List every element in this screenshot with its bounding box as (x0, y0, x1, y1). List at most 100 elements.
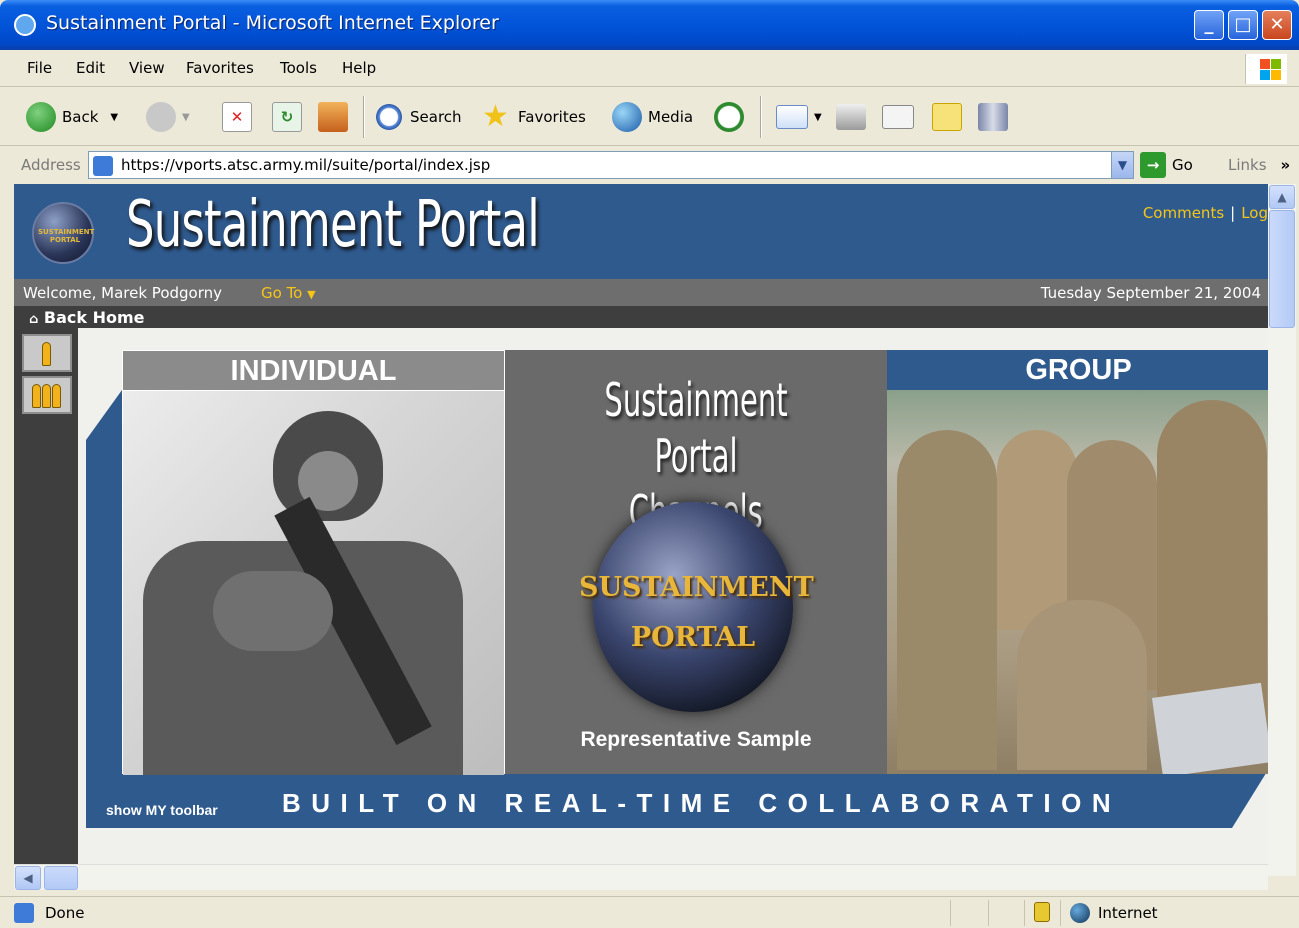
individual-soldier-photo (123, 391, 504, 775)
home-icon (318, 102, 348, 132)
standard-toolbar: Back ▼ ▼ ✕ ↻ Search ★ Favorites Media ▼ (0, 88, 1299, 146)
horizontal-scrollbar[interactable]: ◀ (14, 864, 1268, 890)
address-bar: Address https://vports.atsc.army.mil/sui… (0, 147, 1299, 183)
left-dock (14, 328, 78, 876)
scroll-up-icon[interactable]: ▲ (1269, 185, 1295, 209)
lock-icon (1034, 902, 1050, 922)
edit-icon (882, 105, 914, 129)
chevron-down-icon: ▼ (307, 288, 316, 301)
security-zone: Internet (1098, 904, 1158, 922)
comments-link[interactable]: Comments (1143, 204, 1224, 222)
portal-logo: SUSTAINMENT PORTAL (32, 202, 94, 264)
favorites-label: Favorites (518, 108, 586, 126)
media-icon (612, 102, 642, 132)
media-button[interactable]: Media (612, 100, 693, 134)
logout-link[interactable]: Log (1241, 204, 1268, 222)
history-button[interactable] (714, 100, 750, 134)
current-date: Tuesday September 21, 2004 (1040, 284, 1261, 302)
portal-title: Sustainment Portal (126, 188, 540, 262)
refresh-button[interactable]: ↻ (272, 100, 308, 134)
back-home-bar: ⌂ Back Home (14, 306, 1268, 328)
scroll-thumb[interactable] (1269, 210, 1295, 328)
search-button[interactable]: Search (374, 100, 462, 134)
goto-menu[interactable]: Go To ▼ (261, 284, 316, 302)
menu-favorites[interactable]: Favorites (186, 59, 254, 77)
favorites-star-icon: ★ (482, 99, 509, 134)
window-title: Sustainment Portal - Microsoft Internet … (46, 12, 499, 34)
menu-tools[interactable]: Tools (280, 59, 317, 77)
media-label: Media (648, 108, 694, 126)
page-content: SUSTAINMENT PORTAL Sustainment Portal Co… (14, 184, 1268, 876)
menu-help[interactable]: Help (342, 59, 376, 77)
back-home-link[interactable]: ⌂ Back Home (29, 308, 144, 327)
ie-logo-icon (14, 14, 36, 36)
group-label: GROUP (1025, 354, 1132, 386)
window-titlebar: Sustainment Portal - Microsoft Internet … (0, 0, 1299, 50)
menu-edit[interactable]: Edit (76, 59, 105, 77)
status-bar: Done Internet (0, 896, 1299, 928)
individual-icon (42, 342, 51, 366)
search-label: Search (410, 108, 462, 126)
history-icon (714, 102, 744, 132)
research-icon (978, 103, 1008, 131)
scroll-left-icon[interactable]: ◀ (15, 866, 41, 890)
group-icon (32, 384, 41, 408)
forward-arrow-icon (146, 102, 176, 132)
discuss-note-icon (932, 103, 962, 131)
representative-sample-label: Representative Sample (580, 728, 812, 751)
show-my-toolbar-link[interactable]: show MY toolbar (106, 802, 218, 818)
individual-panel[interactable]: INDIVIDUAL (122, 350, 505, 775)
vertical-scrollbar[interactable]: ▲ (1268, 184, 1296, 876)
go-button[interactable]: → Go (1140, 152, 1193, 178)
sustainment-portal-emblem: SUSTAINMENT PORTAL (579, 502, 814, 712)
go-label: Go (1172, 156, 1193, 174)
channels-banner: INDIVIDUAL Sustainment PortalChannels SU… (86, 350, 1268, 830)
internet-globe-icon (1070, 903, 1090, 923)
close-button[interactable]: ✕ (1262, 10, 1292, 40)
address-input[interactable]: https://vports.atsc.army.mil/suite/porta… (88, 151, 1134, 179)
print-button[interactable] (836, 100, 872, 134)
print-icon (836, 104, 866, 130)
horizontal-scroll-thumb[interactable] (44, 866, 78, 890)
search-icon (374, 102, 404, 132)
back-button[interactable]: Back ▼ (26, 100, 118, 134)
address-url: https://vports.atsc.army.mil/suite/porta… (121, 156, 491, 174)
welcome-bar: Welcome, Marek Podgorny Go To ▼ Tuesday … (14, 279, 1268, 306)
group-dock-button[interactable] (22, 376, 72, 414)
menu-view[interactable]: View (129, 59, 165, 77)
address-dropdown-icon[interactable]: ▼ (1111, 152, 1133, 178)
individual-label: INDIVIDUAL (123, 351, 504, 391)
portal-header: SUSTAINMENT PORTAL Sustainment Portal Co… (14, 184, 1268, 279)
links-button[interactable]: Links» (1228, 156, 1290, 174)
banner-tagline: show MY toolbar BUILT ON REAL-TIME COLLA… (86, 786, 1268, 822)
back-arrow-icon (26, 102, 56, 132)
stop-icon: ✕ (222, 102, 252, 132)
menu-file[interactable]: File (27, 59, 52, 77)
individual-dock-button[interactable] (22, 334, 72, 372)
edit-button[interactable] (882, 100, 920, 134)
back-label: Back (62, 108, 99, 126)
page-icon (93, 156, 113, 176)
header-links: Comments | Log (1142, 204, 1268, 222)
group-panel[interactable]: GROUP (887, 350, 1268, 774)
messenger-button[interactable] (978, 100, 1014, 134)
mail-button[interactable]: ▼ (776, 100, 822, 134)
welcome-text: Welcome, Marek Podgorny (23, 284, 222, 302)
group-soldiers-photo (887, 390, 1268, 774)
go-arrow-icon: → (1140, 152, 1166, 178)
center-panel: Sustainment PortalChannels SUSTAINMENT P… (505, 350, 887, 774)
status-text: Done (45, 904, 85, 922)
menu-bar: File Edit View Favorites Tools Help (0, 50, 1299, 87)
maximize-button[interactable]: □ (1228, 10, 1258, 40)
refresh-icon: ↻ (272, 102, 302, 132)
tagline-text: BUILT ON REAL-TIME COLLABORATION (282, 788, 1122, 818)
home-button[interactable] (318, 100, 354, 134)
address-label: Address (21, 156, 81, 174)
page-status-icon (14, 903, 34, 923)
forward-button[interactable]: ▼ (146, 100, 190, 134)
discuss-button[interactable] (932, 100, 968, 134)
stop-button[interactable]: ✕ (222, 100, 258, 134)
favorites-button[interactable]: ★ Favorites (482, 100, 586, 134)
minimize-button[interactable]: _ (1194, 10, 1224, 40)
mail-icon (776, 105, 808, 129)
